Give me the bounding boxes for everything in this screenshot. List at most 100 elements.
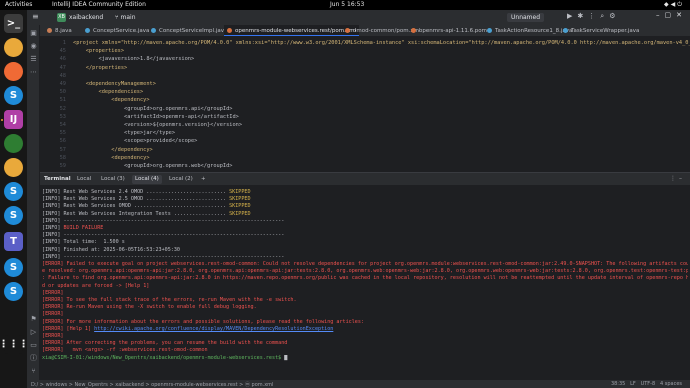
navigation-breadcrumb[interactable]: D:/ > windows > New_Opentrs > xaibackend… bbox=[31, 381, 273, 388]
system-tray[interactable]: ◆◀⏻ bbox=[664, 1, 684, 9]
indent-setting[interactable]: 4 spaces bbox=[660, 381, 682, 387]
line-number: 48 bbox=[59, 72, 66, 79]
code-text: <dependency> bbox=[73, 154, 150, 161]
more-options-icon[interactable]: ⋮ bbox=[670, 175, 679, 182]
minimize-panel-icon[interactable]: – bbox=[679, 175, 685, 182]
more-tools-icon[interactable]: ⋯ bbox=[29, 68, 38, 77]
new-terminal-tab-icon[interactable]: + bbox=[198, 175, 209, 184]
editor-tab[interactable]: openmrs-api-1.11.6.pom bbox=[408, 25, 490, 36]
line-number: 55 bbox=[59, 130, 66, 137]
editor-tab[interactable]: ConceptService.java bbox=[82, 25, 152, 36]
line-number: 51 bbox=[59, 97, 66, 104]
terminal-tab[interactable]: Local bbox=[74, 175, 94, 184]
code-text: <artifactId>openmrs-api</artifactId> bbox=[73, 113, 239, 120]
terminal-line-text: [ERROR] bbox=[42, 311, 64, 318]
terminal-line-text: [INFO] ---------------------------------… bbox=[42, 232, 285, 239]
code-text: <project xmlns="http://maven.apache.org/… bbox=[73, 40, 690, 46]
ide-title-bar: ≡ XB xaibackend ⑂ main Unnamed ▶✱⋮⌕⚙ –▢✕ bbox=[27, 10, 690, 25]
terminal-tab[interactable]: Local (3) bbox=[98, 175, 128, 184]
editor-tab[interactable]: 8.java bbox=[44, 25, 75, 36]
clock[interactable]: Jun 5 16:53 bbox=[330, 1, 364, 8]
help-link[interactable]: http://cwiki.apache.org/confluence/displ… bbox=[94, 326, 333, 332]
maximize-icon[interactable]: ▢ bbox=[665, 11, 677, 19]
main-menu-icon[interactable]: ≡ bbox=[32, 13, 41, 21]
line-number: 50 bbox=[59, 89, 66, 96]
terminal-line-text: [ERROR] To see the full stack trace of t… bbox=[42, 297, 297, 303]
debug-icon[interactable]: ✱ bbox=[577, 12, 588, 20]
more-icon[interactable]: ⋮ bbox=[588, 12, 600, 20]
terminal-line-text: [ERROR] Failed to execute goal on projec… bbox=[42, 261, 688, 267]
terminal-panel: Terminal ⋮– Local Local (3) Local (4) Local… bbox=[40, 172, 690, 380]
branch-selector[interactable]: ⑂ main bbox=[115, 14, 136, 21]
caret-position[interactable]: 38:35 bbox=[611, 381, 625, 387]
terminal-title: Terminal bbox=[44, 176, 71, 182]
teams-icon[interactable]: T bbox=[4, 232, 23, 251]
minimize-icon[interactable]: – bbox=[656, 11, 665, 19]
terminal-line-text: e resolved: org.openmrs.api:openmrs-api:… bbox=[42, 268, 688, 275]
editor-tab[interactable]: ConceptServiceImpl.java bbox=[148, 25, 230, 36]
terminal-line-text: [INFO] Rest Web Services OMOD ..........… bbox=[42, 203, 230, 210]
terminal-tool-icon[interactable]: ▭ bbox=[29, 341, 38, 350]
project-tool-icon[interactable]: ▣ bbox=[29, 29, 38, 38]
terminal-line: [INFO] Rest Web Services OMOD ..........… bbox=[42, 203, 688, 210]
window-controls: –▢✕ bbox=[656, 11, 687, 19]
terminal-line-text: [ERROR] bbox=[42, 289, 64, 296]
file-type-icon bbox=[411, 28, 416, 33]
status-bar: D:/ > windows > New_Opentrs > xaibackend… bbox=[27, 380, 690, 388]
git-tool-icon[interactable]: ⑂ bbox=[29, 367, 38, 376]
terminal-line: [ERROR] Failed to execute goal on projec… bbox=[42, 261, 688, 268]
postman-icon[interactable] bbox=[4, 62, 23, 81]
terminal-icon[interactable]: >_ bbox=[4, 14, 23, 33]
close-icon[interactable]: ✕ bbox=[676, 11, 687, 19]
intellij-icon[interactable]: IJ bbox=[4, 110, 23, 129]
chrome-icon-2[interactable] bbox=[4, 158, 23, 177]
line-number: 57 bbox=[59, 146, 66, 153]
line-number: 46 bbox=[59, 56, 66, 63]
skype-icon-2[interactable]: S bbox=[4, 182, 23, 201]
code-text: <dependency> bbox=[73, 97, 150, 104]
line-number: 52 bbox=[59, 105, 66, 112]
project-selector[interactable]: xaibackend bbox=[69, 14, 103, 21]
settings-icon[interactable]: ⚙ bbox=[609, 12, 620, 20]
code-text: <scope>provided</scope> bbox=[73, 138, 198, 145]
active-app-name[interactable]: IntelliJ IDEA Community Edition bbox=[52, 1, 146, 8]
structure-tool-icon[interactable]: ☰ bbox=[29, 55, 38, 64]
file-encoding[interactable]: UTF-8 bbox=[641, 381, 656, 387]
terminal-line: [INFO] Rest Web Services 2.4 OMOD ......… bbox=[42, 189, 688, 196]
skype-icon[interactable]: S bbox=[4, 86, 23, 105]
code-editor[interactable]: 1 <project xmlns="http://maven.apache.org… bbox=[40, 37, 690, 172]
skype-icon-3[interactable]: S bbox=[4, 206, 23, 225]
search-icon[interactable]: ⌕ bbox=[600, 12, 609, 20]
terminal-line: e resolved: org.openmrs.api:openmrs-api:… bbox=[42, 268, 688, 275]
editor-tab-label: TaskServiceWrapper.java bbox=[571, 28, 640, 34]
services-tool-icon[interactable]: ⚑ bbox=[29, 315, 38, 324]
activities-button[interactable]: Activities bbox=[5, 1, 32, 8]
terminal-line: xia@CSIM-I-01:/windows/New_Opentrs/xaiba… bbox=[42, 355, 688, 362]
code-text: </dependency> bbox=[73, 146, 153, 153]
editor-tab[interactable]: openmrs-module-webservices.rest/pom.xml bbox=[224, 25, 359, 36]
git-icon[interactable] bbox=[4, 134, 23, 153]
file-type-icon bbox=[227, 28, 232, 33]
tool-window-strip: ▣ ◉ ☰ ⋯ ⚑ ▷ ▭ ⓘ ⑂ bbox=[27, 25, 40, 380]
apps-grid-icon[interactable]: ⋮⋮⋮ bbox=[0, 335, 29, 354]
network-icon: ◆ bbox=[664, 1, 671, 8]
chrome-icon[interactable] bbox=[4, 38, 23, 57]
run-icon[interactable]: ▶ bbox=[567, 12, 577, 20]
terminal-tab[interactable]: Local (2) bbox=[166, 175, 196, 184]
code-text: <groupId>org.openmrs.api</groupId> bbox=[73, 105, 233, 112]
editor-tab-label: ConceptServiceImpl.java bbox=[159, 28, 228, 34]
editor-tab-label: 8.java bbox=[55, 28, 72, 34]
run-tool-icon[interactable]: ▷ bbox=[29, 328, 38, 337]
status-label: SKIPPED bbox=[229, 203, 251, 210]
skype-icon-4[interactable]: S bbox=[4, 258, 23, 277]
code-text: <properties> bbox=[73, 48, 125, 55]
line-separator[interactable]: LF bbox=[630, 381, 636, 387]
run-configuration-selector[interactable]: Unnamed bbox=[507, 13, 545, 22]
terminal-output[interactable]: [INFO] Rest Web Services 2.4 OMOD ......… bbox=[42, 186, 688, 379]
terminal-tab[interactable]: Local (4) bbox=[132, 175, 162, 184]
code-line[interactable]: 59 <groupId>org.openmrs.web</groupId> bbox=[40, 163, 690, 172]
editor-tab[interactable]: TaskServiceWrapper.java bbox=[560, 25, 642, 36]
problems-tool-icon[interactable]: ⓘ bbox=[29, 354, 38, 363]
commit-tool-icon[interactable]: ◉ bbox=[29, 42, 38, 51]
skype-icon-5[interactable]: S bbox=[4, 282, 23, 301]
